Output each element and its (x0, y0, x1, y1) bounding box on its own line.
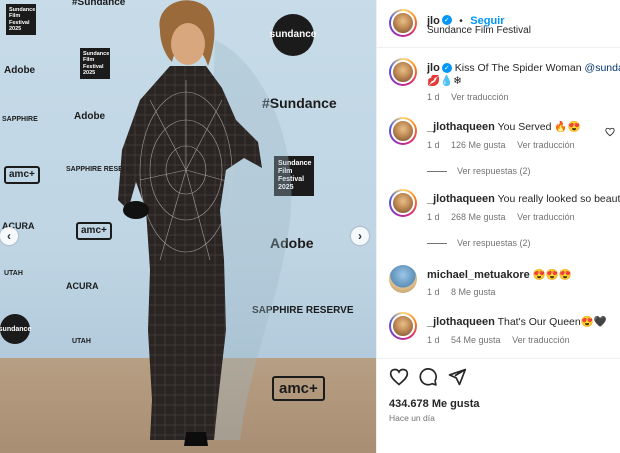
caption-meta: 1 d Ver traducción (427, 92, 518, 102)
comment-meta: 1 d 54 Me gusta Ver traducción (427, 335, 579, 345)
share-icon[interactable] (447, 367, 467, 387)
caption-username[interactable]: jlo (427, 62, 440, 74)
comment-text: _jlothaqueen That's Our Queen😍🖤 (427, 316, 620, 329)
verified-icon: ✓ (441, 14, 452, 25)
comment-item: michael_metuakore 😍😍😍 1 d 8 Me gusta (377, 265, 620, 305)
post-panel: jlo ✓ • Seguir Sundance Film Festival jlo… (376, 0, 620, 453)
comment-time: 1 d (427, 212, 440, 222)
caption-emojis: 💋💧❄ (427, 75, 462, 87)
comment-body: You Served 🔥😍 (497, 121, 581, 133)
avatar[interactable] (389, 117, 417, 145)
avatar[interactable] (389, 312, 417, 340)
translate-link[interactable]: Ver traducción (517, 212, 575, 222)
comment-time: 1 d (427, 335, 440, 345)
comment-meta: 1 d 126 Me gusta Ver traducción (427, 140, 584, 150)
comment-username[interactable]: _jlothaqueen (427, 121, 495, 133)
avatar[interactable] (389, 265, 417, 293)
comment-time: 1 d (427, 140, 440, 150)
comment-body: 😍😍😍 (532, 269, 572, 281)
comment-username[interactable]: _jlothaqueen (427, 316, 495, 328)
person-figure (118, 0, 292, 446)
caption-body: Kiss Of The Spider Woman (454, 62, 582, 74)
view-replies-button[interactable]: Ver respuestas (2) (427, 238, 531, 248)
avatar[interactable] (389, 58, 417, 86)
translate-link[interactable]: Ver traducción (517, 140, 575, 150)
comment-text: michael_metuakore 😍😍😍 (427, 269, 620, 282)
post-photo[interactable]: Sundance Film Festival 2025 #Sundance Su… (0, 0, 376, 453)
comment-username[interactable]: _jlothaqueen (427, 193, 495, 205)
comment-body: You really looked so beautiful (497, 193, 620, 205)
comment-text: _jlothaqueen You Served 🔥😍 (427, 121, 620, 134)
next-image-button[interactable]: › (351, 227, 369, 245)
comment-likes[interactable]: 8 Me gusta (451, 287, 496, 297)
post-time: Hace un día (389, 413, 435, 423)
comment-body: That's Our Queen😍🖤 (497, 316, 607, 328)
caption-text: jlo✓ Kiss Of The Spider Woman @sundance (427, 62, 620, 75)
comment-item: _jlothaqueen That's Our Queen😍🖤 1 d 54 M… (377, 312, 620, 352)
avatar[interactable] (389, 9, 417, 37)
comment-likes[interactable]: 126 Me gusta (451, 140, 506, 150)
translate-link[interactable]: Ver traducción (512, 335, 570, 345)
comment-meta: 1 d 268 Me gusta Ver traducción (427, 212, 584, 222)
verified-icon: ✓ (441, 63, 452, 74)
view-replies-button[interactable]: Ver respuestas (2) (427, 166, 531, 176)
mention-link[interactable]: @sundance (585, 62, 620, 74)
heart-icon[interactable] (389, 367, 409, 387)
caption-time: 1 d (427, 92, 440, 102)
action-bar: 434.678 Me gusta Hace un día (377, 358, 620, 453)
likes-count[interactable]: 434.678 Me gusta (389, 398, 480, 410)
post-header: jlo ✓ • Seguir Sundance Film Festival (377, 0, 620, 48)
avatar[interactable] (389, 189, 417, 217)
comment-likes[interactable]: 54 Me gusta (451, 335, 501, 345)
location-link[interactable]: Sundance Film Festival (427, 25, 531, 36)
comment-likes[interactable]: 268 Me gusta (451, 212, 506, 222)
comment-time: 1 d (427, 287, 440, 297)
like-comment-icon[interactable] (605, 127, 615, 137)
translate-link[interactable]: Ver traducción (451, 92, 509, 102)
caption: jlo✓ Kiss Of The Spider Woman @sundance … (377, 58, 620, 108)
prev-image-button[interactable]: ‹ (0, 227, 18, 245)
comment-username[interactable]: michael_metuakore (427, 269, 530, 281)
comment-item: _jlothaqueen You really looked so beauti… (377, 189, 620, 259)
comment-meta: 1 d 8 Me gusta (427, 287, 505, 297)
comment-item: _jlothaqueen You Served 🔥😍 1 d 126 Me gu… (377, 117, 620, 187)
comment-text: _jlothaqueen You really looked so beauti… (427, 193, 620, 206)
comment-icon[interactable] (418, 367, 438, 387)
